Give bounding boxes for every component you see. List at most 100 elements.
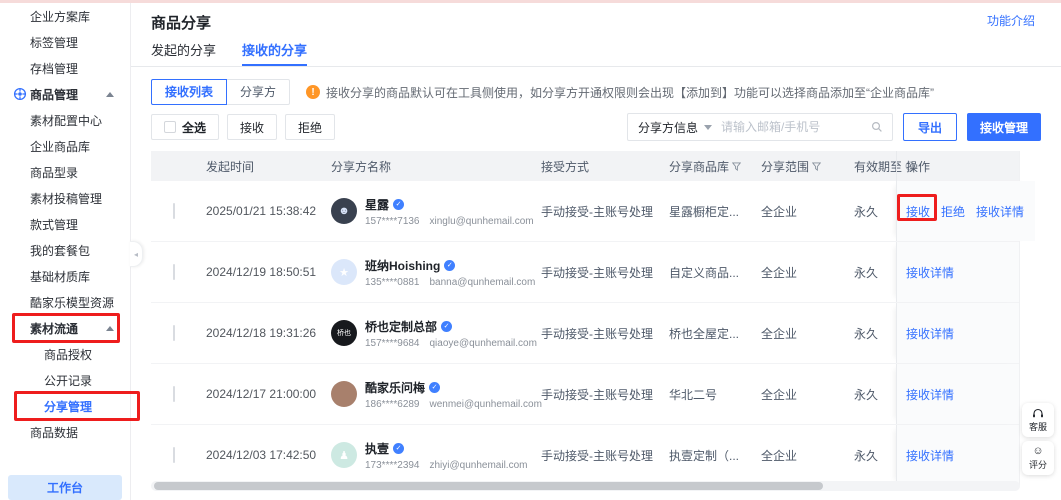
share-scope: 全企业 xyxy=(759,203,844,220)
sidebar: 企业方案库 标签管理 存档管理 商品管理 素材配置中心 企业商品库 商品型录 素… xyxy=(0,3,131,500)
row-checkbox[interactable] xyxy=(173,386,175,402)
tab-initiated-shares[interactable]: 发起的分享 xyxy=(151,40,216,66)
expire-date: 永久 xyxy=(844,203,896,220)
sharer-info-select[interactable]: 分享方信息 xyxy=(628,119,721,136)
notice-bar: ! 接收分享的商品默认可在工具侧使用，如分享方开通权限则会出现【添加到】功能可以… xyxy=(306,84,934,101)
share-library: 桥也全屋定... xyxy=(659,325,759,342)
sharer-name: 班纳Hoishing xyxy=(365,257,440,274)
share-time: 2024/12/18 19:31:26 xyxy=(206,326,331,340)
tab-received-shares[interactable]: 接收的分享 xyxy=(242,40,307,66)
row-checkbox[interactable] xyxy=(173,447,175,463)
select-all-checkbox[interactable] xyxy=(164,121,176,133)
sharer-phone: 173****2394 xyxy=(365,460,420,471)
receive-manage-button[interactable]: 接收管理 xyxy=(967,113,1041,141)
expire-date: 永久 xyxy=(844,325,896,342)
workbench-button[interactable]: 工作台 xyxy=(8,475,122,500)
avatar: ♟ xyxy=(331,442,357,468)
segment-receive-list[interactable]: 接收列表 xyxy=(151,79,227,105)
table-header: 发起时间 分享方名称 接受方式 分享商品库 分享范围 有效期至 操作 xyxy=(151,151,1019,181)
sharer-name: 执壹 xyxy=(365,440,389,457)
share-scope: 全企业 xyxy=(759,386,844,403)
verified-badge-icon: ✓ xyxy=(429,382,440,393)
sharer-email: zhiyi@qunhemail.com xyxy=(430,460,528,471)
sidebar-item-share-management[interactable]: 分享管理 xyxy=(0,393,130,419)
avatar: ★ xyxy=(331,259,357,285)
segment-sharer[interactable]: 分享方 xyxy=(226,79,290,105)
filter-icon[interactable] xyxy=(732,162,741,171)
receive-detail-link[interactable]: 接收详情 xyxy=(906,325,954,342)
search-group: 分享方信息 xyxy=(627,113,893,141)
row-checkbox[interactable] xyxy=(173,264,175,280)
header-time: 发起时间 xyxy=(206,158,331,175)
search-input[interactable] xyxy=(721,120,869,134)
share-time: 2024/12/17 21:00:00 xyxy=(206,387,331,401)
table-row: 2024/12/17 21:00:00 酷家乐问梅✓ 186****6289we… xyxy=(151,364,1019,425)
export-button[interactable]: 导出 xyxy=(903,113,957,141)
header-scope: 分享范围 xyxy=(759,158,844,175)
chevron-up-icon xyxy=(106,326,114,331)
sidebar-item-my-package[interactable]: 我的套餐包 xyxy=(0,237,130,263)
sidebar-item-product-catalog[interactable]: 商品型录 xyxy=(0,159,130,185)
sidebar-item-archive-management[interactable]: 存档管理 xyxy=(0,55,130,81)
sharer-name: 星露 xyxy=(365,196,389,213)
verified-badge-icon: ✓ xyxy=(393,443,404,454)
sidebar-item-enterprise-plan-library[interactable]: 企业方案库 xyxy=(0,3,130,29)
sharer-email: banna@qunhemail.com xyxy=(430,277,536,288)
sharer-cell: ☻ 星露✓ 157****7136xinglu@qunhemail.com xyxy=(331,196,536,227)
warning-icon: ! xyxy=(306,85,320,99)
expire-date: 永久 xyxy=(844,447,896,464)
table-row: 2024/12/19 18:50:51 ★ 班纳Hoishing✓ 135***… xyxy=(151,242,1019,303)
sidebar-group-product-management[interactable]: 商品管理 xyxy=(0,81,130,107)
row-checkbox[interactable] xyxy=(173,203,175,219)
sharer-email: xinglu@qunhemail.com xyxy=(430,216,534,227)
sidebar-item-style-management[interactable]: 款式管理 xyxy=(0,211,130,237)
avatar xyxy=(331,381,357,407)
receive-detail-link[interactable]: 接收详情 xyxy=(906,386,954,403)
sidebar-item-material-config-center[interactable]: 素材配置中心 xyxy=(0,107,130,133)
rating-widget[interactable]: ☺ 评分 xyxy=(1022,441,1054,475)
sidebar-item-basic-material-library[interactable]: 基础材质库 xyxy=(0,263,130,289)
sidebar-item-enterprise-product-library[interactable]: 企业商品库 xyxy=(0,133,130,159)
sidebar-item-material-submission[interactable]: 素材投稿管理 xyxy=(0,185,130,211)
reject-button[interactable]: 拒绝 xyxy=(285,114,335,140)
sharer-phone: 157****7136 xyxy=(365,216,420,227)
sharer-name: 桥也定制总部 xyxy=(365,318,437,335)
receive-detail-link[interactable]: 接收详情 xyxy=(906,264,954,281)
share-scope: 全企业 xyxy=(759,264,844,281)
sharer-cell: 桥也 桥也定制总部✓ 157****9684qiaoye@qunhemail.c… xyxy=(331,318,536,349)
horizontal-scrollbar[interactable] xyxy=(151,481,1020,491)
verified-badge-icon: ✓ xyxy=(441,321,452,332)
receive-detail-link[interactable]: 接收详情 xyxy=(976,203,1024,220)
reject-link[interactable]: 拒绝 xyxy=(941,203,965,220)
sidebar-item-product-data[interactable]: 商品数据 xyxy=(0,419,130,445)
share-scope: 全企业 xyxy=(759,447,844,464)
feature-intro-link[interactable]: 功能介绍 xyxy=(987,12,1035,29)
share-table: 发起时间 分享方名称 接受方式 分享商品库 分享范围 有效期至 操作 2025/… xyxy=(151,151,1020,486)
sidebar-group-material-circulation[interactable]: 素材流通 xyxy=(0,315,130,341)
scrollbar-thumb[interactable] xyxy=(154,482,823,490)
sidebar-item-kujiale-model-resources[interactable]: 酷家乐模型资源 xyxy=(0,289,130,315)
page-title: 商品分享 xyxy=(151,12,211,33)
filter-icon[interactable] xyxy=(812,162,821,171)
select-all-button[interactable]: 全选 xyxy=(151,114,219,140)
row-checkbox[interactable] xyxy=(173,325,175,341)
accept-method: 手动接受-主账号处理 xyxy=(536,264,659,281)
receive-detail-link[interactable]: 接收详情 xyxy=(906,447,954,464)
verified-badge-icon: ✓ xyxy=(444,260,455,271)
tab-bar: 发起的分享 接收的分享 xyxy=(131,40,1061,67)
header-sharer: 分享方名称 xyxy=(331,158,536,175)
sidebar-item-tag-management[interactable]: 标签管理 xyxy=(0,29,130,55)
table-row: 2024/12/18 19:31:26 桥也 桥也定制总部✓ 157****96… xyxy=(151,303,1019,364)
accept-button[interactable]: 接收 xyxy=(227,114,277,140)
share-library: 星露橱柜定... xyxy=(659,203,759,220)
sharer-cell: ♟ 执壹 ✓ 173****2394 zhiyi@qunhemail.com xyxy=(331,440,536,471)
sharer-phone: 135****0881 xyxy=(365,277,420,288)
sidebar-item-public-records[interactable]: 公开记录 xyxy=(0,367,130,393)
smiley-icon: ☺ xyxy=(1032,446,1043,457)
avatar: 桥也 xyxy=(331,320,357,346)
accept-link[interactable]: 接收 xyxy=(906,203,930,220)
customer-service-widget[interactable]: 客服 xyxy=(1022,403,1054,437)
sharer-cell: ★ 班纳Hoishing ✓ 135****0881 banna@qunhemail… xyxy=(331,257,536,288)
sidebar-item-product-authorization[interactable]: 商品授权 xyxy=(0,341,130,367)
main-header: 商品分享 功能介绍 xyxy=(131,3,1061,32)
